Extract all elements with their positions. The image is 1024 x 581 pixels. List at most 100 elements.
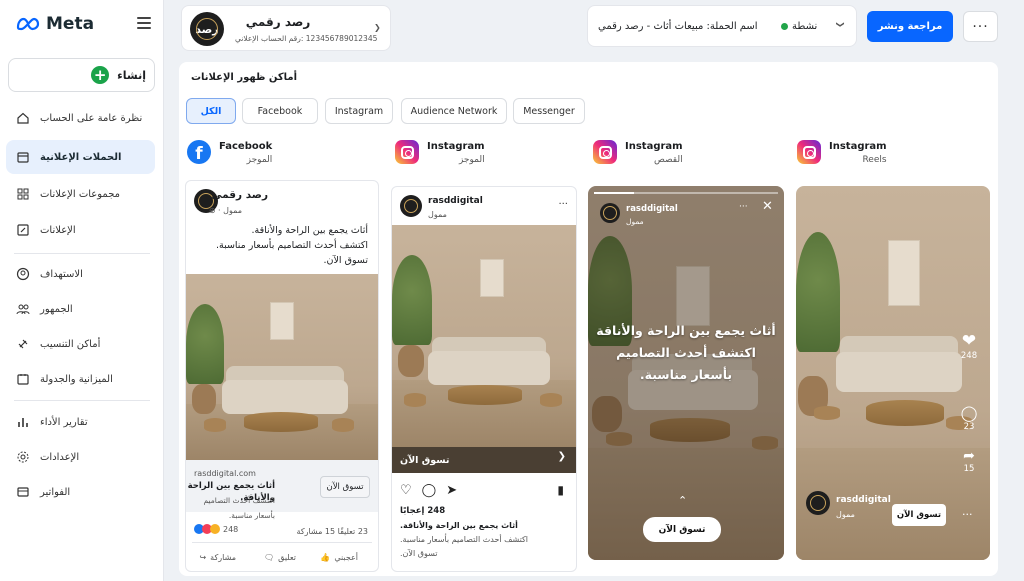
- page-name: رصد رقمي: [211, 189, 269, 201]
- instagram-icon: [797, 140, 821, 164]
- post-line: اكتشف أحدث التصاميم بأسعار مناسبة.: [215, 240, 368, 251]
- comment-icon: ◯: [960, 404, 978, 422]
- sponsored-label: ممول · ⊕: [208, 206, 242, 215]
- placement-name: القصص: [653, 155, 683, 165]
- sidebar-item-placements[interactable]: أماكن التنسيب: [6, 327, 155, 361]
- like-label: أعجبني: [334, 553, 358, 562]
- sidebar-item-label: الجمهور: [40, 303, 73, 315]
- sidebar-item-audience[interactable]: الجمهور: [6, 292, 155, 326]
- heart-icon[interactable]: ♡: [400, 483, 412, 498]
- ad-image: [392, 225, 576, 447]
- account-name: رصد رقمي: [245, 15, 311, 29]
- link-domain: rasddigital.com: [194, 469, 256, 478]
- chevron-down-icon: ❯: [374, 23, 381, 32]
- divider: [192, 542, 372, 543]
- instagram-icon: [395, 140, 419, 164]
- reels-shop-now-button[interactable]: تسوق الآن: [892, 504, 946, 526]
- comment-icon[interactable]: ◯: [422, 483, 437, 498]
- tab-facebook[interactable]: Facebook: [242, 98, 318, 124]
- tab-all[interactable]: الكل: [186, 98, 236, 124]
- campaign-selector[interactable]: ❯ نشطة اسم الحملة: مبيعات أثاث - رصد رقم…: [587, 5, 857, 47]
- account-id: 123456789012345 :رقم الحساب الإعلاني: [235, 34, 378, 43]
- menu-icon[interactable]: [137, 17, 151, 29]
- story-line: بأسعار مناسبة.: [639, 367, 733, 382]
- sidebar-item-budget[interactable]: الميزانية والجدولة: [6, 362, 155, 396]
- wow-reaction-icon: [210, 524, 220, 534]
- comment-icon: 🗨: [264, 553, 275, 562]
- tab-audience-network[interactable]: Audience Network: [401, 98, 507, 124]
- sidebar-item-label: الإعدادات: [40, 451, 80, 463]
- ad-edit-icon: [17, 224, 29, 236]
- reels-shares-count: 15: [963, 464, 975, 474]
- reels-sponsored: ممول: [836, 510, 855, 519]
- comment-label: تعليق: [278, 553, 296, 562]
- sidebar-item-label: الميزانية والجدولة: [40, 373, 113, 385]
- sidebar-item-targeting[interactable]: الاستهداف: [6, 257, 155, 291]
- audience-icon: [16, 304, 30, 315]
- story-line: أثاث يجمع بين الراحة والأناقة: [596, 323, 776, 338]
- status-dot-icon: [781, 23, 788, 30]
- sidebar-item-billing[interactable]: الفواتير: [6, 475, 155, 509]
- reactions-count: 248: [223, 524, 239, 534]
- sidebar-item-ads[interactable]: الإعلانات: [6, 213, 155, 247]
- billing-icon: [17, 487, 29, 497]
- divider: [14, 400, 150, 401]
- placements-panel: أماكن ظهور الإعلانات الكل Facebook Insta…: [179, 62, 998, 576]
- caption-line: أثاث يجمع بين الراحة والأناقة.: [400, 521, 518, 530]
- tab-instagram[interactable]: Instagram: [325, 98, 393, 124]
- instagram-icon: [593, 140, 617, 164]
- heart-icon: ❤: [961, 331, 977, 351]
- comment-action[interactable]: تعليق 🗨: [264, 550, 296, 565]
- placement-header-ig-stories: Instagram القصص: [593, 140, 683, 167]
- sidebar-item-overview[interactable]: نظرة عامة على الحساب: [6, 101, 155, 135]
- create-button[interactable]: + إنشاء: [8, 58, 155, 92]
- instagram-feed-preview: rasddigital ممول ··· تسوق الآن ❯ ♡ ◯ ➤ ▮…: [391, 186, 577, 572]
- reels-share[interactable]: ➦ 15: [954, 448, 984, 474]
- panel-title: أماكن ظهور الإعلانات: [191, 72, 298, 83]
- sidebar-item-label: الإعلانات: [40, 224, 76, 236]
- reels-comment[interactable]: ◯ 23: [954, 404, 984, 432]
- sidebar-item-adsets[interactable]: مجموعات الإعلانات: [6, 177, 155, 211]
- ig-avatar: [400, 195, 422, 217]
- sidebar-item-campaigns[interactable]: الحملات الإعلانية: [6, 140, 155, 174]
- sidebar-item-label: الاستهداف: [40, 268, 83, 280]
- gear-icon: [17, 451, 29, 463]
- home-icon: [17, 112, 29, 124]
- reels-comments-count: 23: [963, 422, 975, 432]
- placement-header-ig-reels: Instagram Reels: [797, 140, 887, 167]
- send-icon[interactable]: ➤: [446, 483, 457, 498]
- more-icon[interactable]: ···: [739, 202, 748, 212]
- more-icon[interactable]: ···: [962, 508, 973, 521]
- account-selector[interactable]: رصد رصد رقمي 123456789012345 :رقم الحساب…: [181, 5, 391, 51]
- plus-icon: +: [91, 66, 110, 84]
- sidebar-item-label: تقارير الأداء: [40, 416, 88, 428]
- share-action[interactable]: مشاركة ↪: [199, 550, 236, 565]
- share-icon: ↪: [199, 553, 207, 562]
- bookmark-icon[interactable]: ▮: [557, 483, 564, 497]
- reels-like[interactable]: ❤ 248: [954, 331, 984, 361]
- placement-name: الموجز: [458, 155, 485, 165]
- like-action[interactable]: أعجبني 👍: [320, 550, 358, 565]
- review-publish-button[interactable]: مراجعة ونشر: [867, 11, 953, 42]
- account-avatar: رصد: [190, 12, 224, 46]
- engagement-stats: 23 تعليقًا 15 مشاركة: [296, 527, 368, 536]
- meta-logo[interactable]: Meta: [16, 14, 94, 34]
- story-avatar: [600, 203, 620, 223]
- placements-icon: [18, 339, 28, 349]
- thumbs-up-icon: 👍: [320, 553, 331, 562]
- placement-name: Reels: [862, 155, 887, 165]
- create-label: إنشاء: [117, 68, 146, 82]
- more-options-button[interactable]: ···: [963, 11, 998, 42]
- tab-messenger[interactable]: Messenger: [513, 98, 585, 124]
- ig-actions: ♡ ◯ ➤: [400, 483, 457, 498]
- story-shop-now-button[interactable]: تسوق الآن: [643, 517, 721, 542]
- shop-now-button[interactable]: تسوق الآن: [320, 476, 370, 498]
- more-icon[interactable]: ···: [558, 199, 568, 210]
- sidebar-item-settings[interactable]: الإعدادات: [6, 440, 155, 474]
- story-line: اكتشف أحدث التصاميم: [616, 345, 756, 360]
- chevron-right-icon: ❯: [557, 451, 566, 462]
- sidebar-item-reports[interactable]: تقارير الأداء: [6, 405, 155, 439]
- close-icon[interactable]: ✕: [762, 199, 773, 214]
- placement-header-ig-feed: Instagram الموجز: [395, 140, 485, 167]
- top-bar: رصد رصد رقمي 123456789012345 :رقم الحساب…: [164, 0, 1024, 56]
